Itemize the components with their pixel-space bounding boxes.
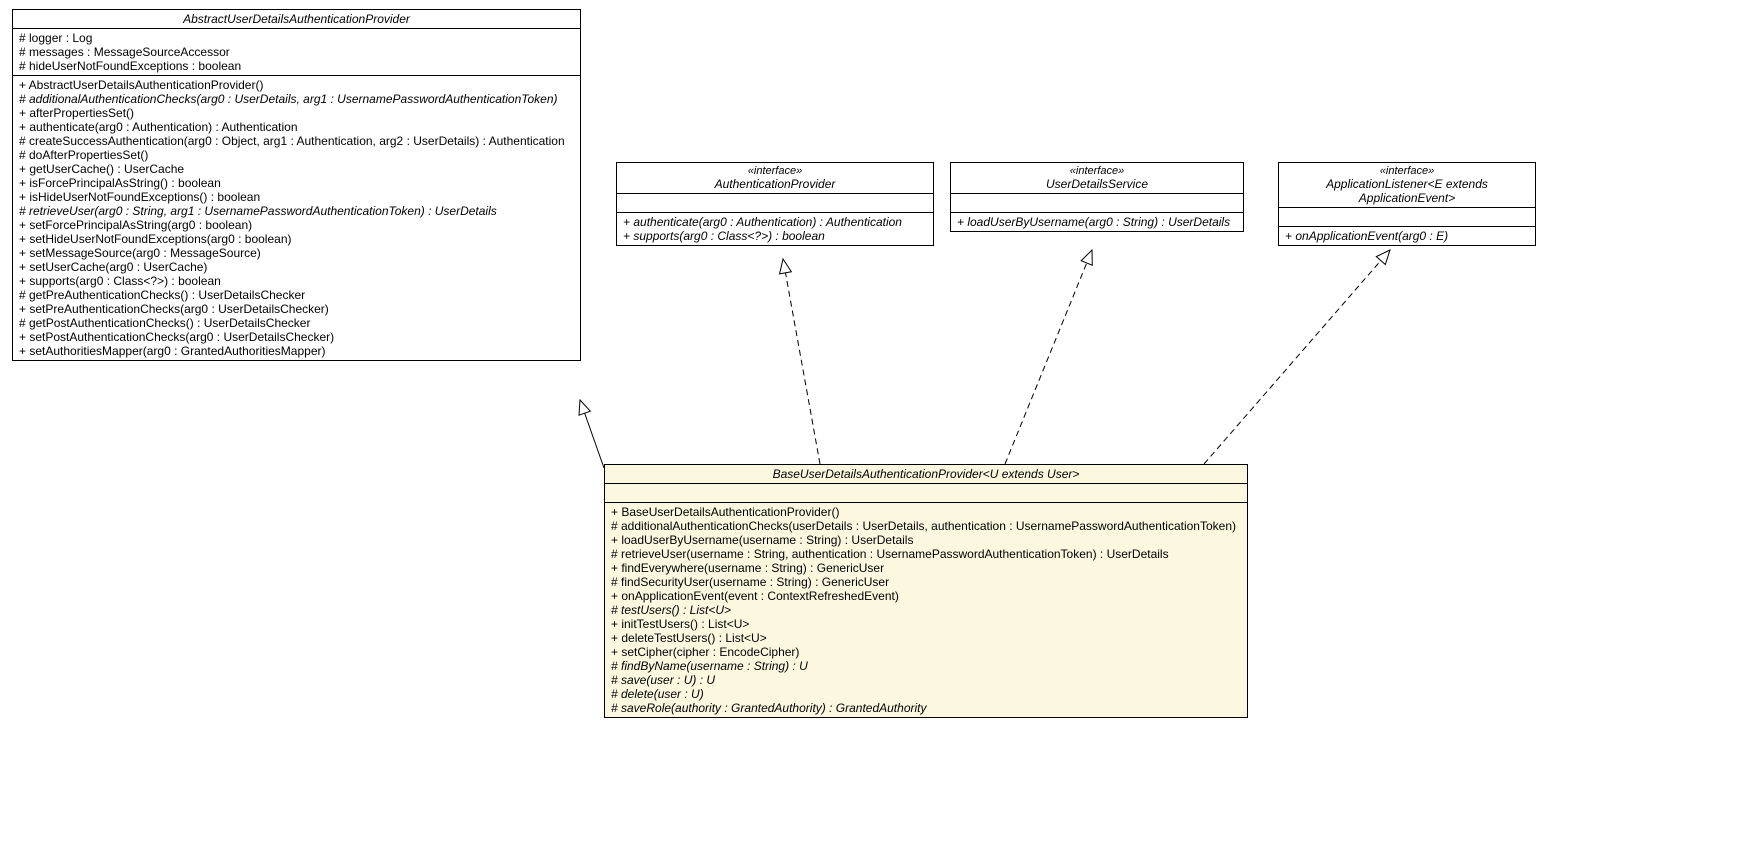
member-row: # findSecurityUser(username : String) : … xyxy=(611,575,1241,589)
realization-line xyxy=(1204,250,1390,464)
member-row: + isForcePrincipalAsString() : boolean xyxy=(19,176,574,190)
class-name: AuthenticationProvider xyxy=(623,177,927,191)
class-base-user-details-auth-provider: BaseUserDetailsAuthenticationProvider<U … xyxy=(604,464,1248,718)
member-row: + BaseUserDetailsAuthenticationProvider(… xyxy=(611,505,1241,519)
class-user-details-service: «interface» UserDetailsService + loadUse… xyxy=(950,162,1244,232)
member-row: + authenticate(arg0 : Authentication) : … xyxy=(19,120,574,134)
stereotype: «interface» xyxy=(1285,165,1529,177)
member-row: # doAfterPropertiesSet() xyxy=(19,148,574,162)
operations-section: + AbstractUserDetailsAuthenticationProvi… xyxy=(13,76,580,360)
member-row: + AbstractUserDetailsAuthenticationProvi… xyxy=(19,78,574,92)
member-row: + getUserCache() : UserCache xyxy=(19,162,574,176)
member-row: + authenticate(arg0 : Authentication) : … xyxy=(623,215,927,229)
member-row: + setPreAuthenticationChecks(arg0 : User… xyxy=(19,302,574,316)
stereotype: «interface» xyxy=(957,165,1237,177)
attributes-section xyxy=(605,484,1247,503)
member-row: + loadUserByUsername(username : String) … xyxy=(611,533,1241,547)
member-row: # getPostAuthenticationChecks() : UserDe… xyxy=(19,316,574,330)
realization-line xyxy=(783,259,820,464)
member-row: # getPreAuthenticationChecks() : UserDet… xyxy=(19,288,574,302)
class-name: UserDetailsService xyxy=(957,177,1237,191)
member-row: + setUserCache(arg0 : UserCache) xyxy=(19,260,574,274)
member-row: # retrieveUser(arg0 : String, arg1 : Use… xyxy=(19,204,574,218)
member-row: # createSuccessAuthentication(arg0 : Obj… xyxy=(19,134,574,148)
member-row: + afterPropertiesSet() xyxy=(19,106,574,120)
member-row: + findEverywhere(username : String) : Ge… xyxy=(611,561,1241,575)
member-row: # additionalAuthenticationChecks(userDet… xyxy=(611,519,1241,533)
member-row: # logger : Log xyxy=(19,31,574,45)
member-row: # saveRole(authority : GrantedAuthority)… xyxy=(611,701,1241,715)
member-row: + deleteTestUsers() : List<U> xyxy=(611,631,1241,645)
class-name: ApplicationListener<E extends Applicatio… xyxy=(1285,177,1529,205)
class-name: AbstractUserDetailsAuthenticationProvide… xyxy=(19,12,574,26)
operations-section: + onApplicationEvent(arg0 : E) xyxy=(1279,227,1535,245)
member-row: # additionalAuthenticationChecks(arg0 : … xyxy=(19,92,574,106)
class-authentication-provider: «interface» AuthenticationProvider + aut… xyxy=(616,162,934,246)
operations-section: + loadUserByUsername(arg0 : String) : Us… xyxy=(951,213,1243,231)
member-row: + setMessageSource(arg0 : MessageSource) xyxy=(19,246,574,260)
stereotype: «interface» xyxy=(623,165,927,177)
member-row: + supports(arg0 : Class<?>) : boolean xyxy=(19,274,574,288)
member-row: # hideUserNotFoundExceptions : boolean xyxy=(19,59,574,73)
attributes-section xyxy=(617,194,933,213)
attributes-section xyxy=(951,194,1243,213)
attributes-section xyxy=(1279,208,1535,227)
member-row: # messages : MessageSourceAccessor xyxy=(19,45,574,59)
member-row: # delete(user : U) xyxy=(611,687,1241,701)
member-row: + onApplicationEvent(event : ContextRefr… xyxy=(611,589,1241,603)
member-row: + isHideUserNotFoundExceptions() : boole… xyxy=(19,190,574,204)
realization-line xyxy=(1005,250,1092,464)
member-row: + initTestUsers() : List<U> xyxy=(611,617,1241,631)
member-row: + setPostAuthenticationChecks(arg0 : Use… xyxy=(19,330,574,344)
attributes-section: # logger : Log# messages : MessageSource… xyxy=(13,29,580,76)
class-abstract-user-details-auth-provider: AbstractUserDetailsAuthenticationProvide… xyxy=(12,9,581,361)
member-row: + setCipher(cipher : EncodeCipher) xyxy=(611,645,1241,659)
member-row: # testUsers() : List<U> xyxy=(611,603,1241,617)
member-row: # findByName(username : String) : U xyxy=(611,659,1241,673)
member-row: + supports(arg0 : Class<?>) : boolean xyxy=(623,229,927,243)
operations-section: + BaseUserDetailsAuthenticationProvider(… xyxy=(605,503,1247,717)
member-row: + setHideUserNotFoundExceptions(arg0 : b… xyxy=(19,232,574,246)
member-row: + setForcePrincipalAsString(arg0 : boole… xyxy=(19,218,574,232)
generalization-line xyxy=(580,400,604,468)
member-row: # save(user : U) : U xyxy=(611,673,1241,687)
class-name: BaseUserDetailsAuthenticationProvider<U … xyxy=(611,467,1241,481)
member-row: + loadUserByUsername(arg0 : String) : Us… xyxy=(957,215,1237,229)
operations-section: + authenticate(arg0 : Authentication) : … xyxy=(617,213,933,245)
member-row: + onApplicationEvent(arg0 : E) xyxy=(1285,229,1529,243)
member-row: # retrieveUser(username : String, authen… xyxy=(611,547,1241,561)
member-row: + setAuthoritiesMapper(arg0 : GrantedAut… xyxy=(19,344,574,358)
class-application-listener: «interface» ApplicationListener<E extend… xyxy=(1278,162,1536,246)
